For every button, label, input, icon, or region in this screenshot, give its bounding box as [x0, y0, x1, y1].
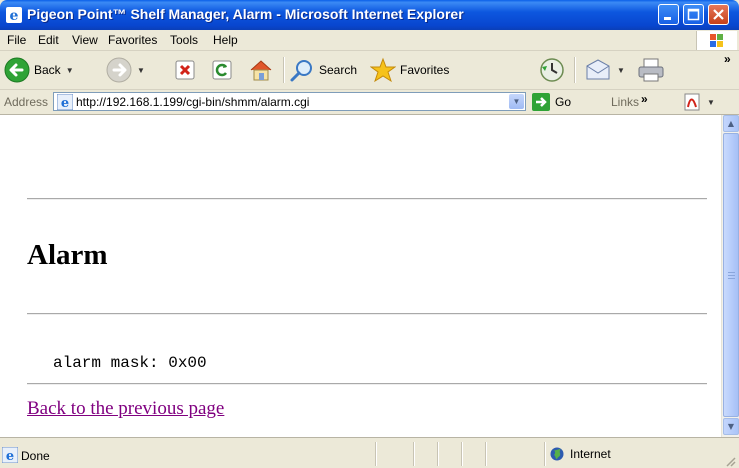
status-divider — [413, 442, 415, 466]
refresh-icon — [212, 60, 232, 80]
close-icon — [713, 9, 724, 20]
links-more-icon[interactable]: » — [641, 92, 648, 106]
favorites-label: Favorites — [400, 63, 450, 77]
windows-logo-icon — [696, 31, 737, 50]
address-bar: Address e http://192.168.1.199/cgi-bin/s… — [0, 90, 739, 115]
acrobat-button[interactable]: ▼ — [684, 93, 715, 111]
go-label: Go — [555, 95, 572, 109]
page-heading: Alarm — [27, 239, 108, 271]
grip-line — [728, 275, 735, 276]
star-icon — [370, 57, 396, 83]
scroll-down-button[interactable]: ▼ — [723, 418, 739, 435]
menu-help[interactable]: Help — [213, 33, 238, 47]
toolbar: Back ▼ ▼ Search Favorites ▼ » — [0, 51, 739, 90]
menu-view[interactable]: View — [72, 33, 98, 47]
divider — [27, 198, 707, 200]
status-text: Done — [21, 449, 50, 463]
resize-grip-icon[interactable] — [724, 455, 736, 467]
refresh-button[interactable] — [211, 51, 233, 89]
chevron-down-icon[interactable]: ▼ — [137, 66, 145, 75]
search-icon — [290, 60, 312, 82]
menu-bar: File Edit View Favorites Tools Help — [0, 30, 739, 51]
window-title: Pigeon Point™ Shelf Manager, Alarm - Mic… — [27, 6, 464, 22]
search-button[interactable]: Search — [289, 51, 357, 89]
minimize-icon — [664, 17, 671, 20]
chevron-down-icon[interactable]: ▼ — [617, 66, 625, 75]
go-button[interactable]: Go — [532, 93, 571, 111]
security-zone[interactable]: Internet — [550, 447, 611, 461]
address-url: http://192.168.1.199/cgi-bin/shmm/alarm.… — [76, 95, 310, 109]
back-link[interactable]: Back to the previous page — [27, 398, 224, 420]
chevron-down-icon[interactable]: ▼ — [509, 94, 524, 109]
grip-line — [728, 278, 735, 279]
home-icon — [250, 60, 272, 81]
svg-text:e: e — [61, 96, 69, 110]
minimize-button[interactable] — [658, 4, 679, 25]
acrobat-icon — [684, 93, 700, 111]
address-input[interactable]: e http://192.168.1.199/cgi-bin/shmm/alar… — [53, 92, 526, 111]
toolbar-more-icon[interactable]: » — [724, 52, 731, 66]
back-button[interactable]: Back ▼ — [4, 51, 74, 89]
status-divider — [437, 442, 439, 466]
chevron-down-icon[interactable]: ▼ — [707, 98, 715, 107]
status-bar: e Done Internet — [0, 437, 739, 468]
print-button[interactable] — [637, 51, 665, 89]
stop-button[interactable] — [174, 51, 196, 89]
stop-icon — [175, 60, 195, 80]
svg-text:e: e — [10, 8, 19, 23]
back-label: Back — [34, 63, 61, 77]
status-divider — [461, 442, 463, 466]
chevron-down-icon[interactable]: ▼ — [66, 66, 74, 75]
zone-label: Internet — [570, 447, 611, 461]
menu-tools[interactable]: Tools — [170, 33, 198, 47]
mail-icon — [586, 59, 610, 80]
menu-edit[interactable]: Edit — [38, 33, 59, 47]
status-divider — [544, 442, 546, 466]
divider — [27, 313, 707, 315]
page-icon: e — [57, 94, 73, 110]
maximize-icon — [687, 8, 700, 21]
history-button[interactable] — [539, 51, 565, 89]
globe-icon — [550, 447, 564, 461]
svg-text:e: e — [6, 449, 14, 463]
go-arrow-icon — [532, 93, 550, 111]
scroll-thumb[interactable] — [723, 133, 739, 417]
divider — [27, 383, 707, 385]
search-label: Search — [319, 63, 358, 77]
close-button[interactable] — [708, 4, 729, 25]
page-done-icon: e — [2, 447, 18, 463]
title-bar[interactable]: e Pigeon Point™ Shelf Manager, Alarm - M… — [0, 0, 739, 30]
back-arrow-icon — [4, 57, 30, 83]
vertical-scrollbar[interactable]: ▲ ▼ — [721, 115, 739, 437]
mail-button[interactable]: ▼ — [584, 51, 625, 89]
alarm-mask-text: alarm mask: 0x00 — [53, 354, 207, 372]
history-icon — [540, 58, 564, 82]
browser-window: e Pigeon Point™ Shelf Manager, Alarm - M… — [0, 0, 739, 468]
scroll-up-button[interactable]: ▲ — [723, 115, 739, 132]
address-label: Address — [4, 95, 49, 109]
menu-favorites[interactable]: Favorites — [108, 33, 157, 47]
page-content: Alarm alarm mask: 0x00 Back to the previ… — [0, 115, 721, 437]
home-button[interactable] — [248, 51, 274, 89]
toolbar-separator — [574, 57, 576, 83]
grip-line — [728, 272, 735, 273]
status-divider — [485, 442, 487, 466]
maximize-button[interactable] — [683, 4, 704, 25]
ie-logo-icon: e — [6, 7, 22, 23]
favorites-button[interactable]: Favorites — [370, 51, 449, 89]
toolbar-separator — [283, 57, 285, 83]
forward-arrow-icon — [106, 57, 132, 83]
links-label[interactable]: Links — [611, 95, 639, 109]
menu-file[interactable]: File — [7, 33, 26, 47]
printer-icon — [638, 58, 664, 82]
status-divider — [375, 442, 377, 466]
forward-button[interactable]: ▼ — [106, 51, 145, 89]
